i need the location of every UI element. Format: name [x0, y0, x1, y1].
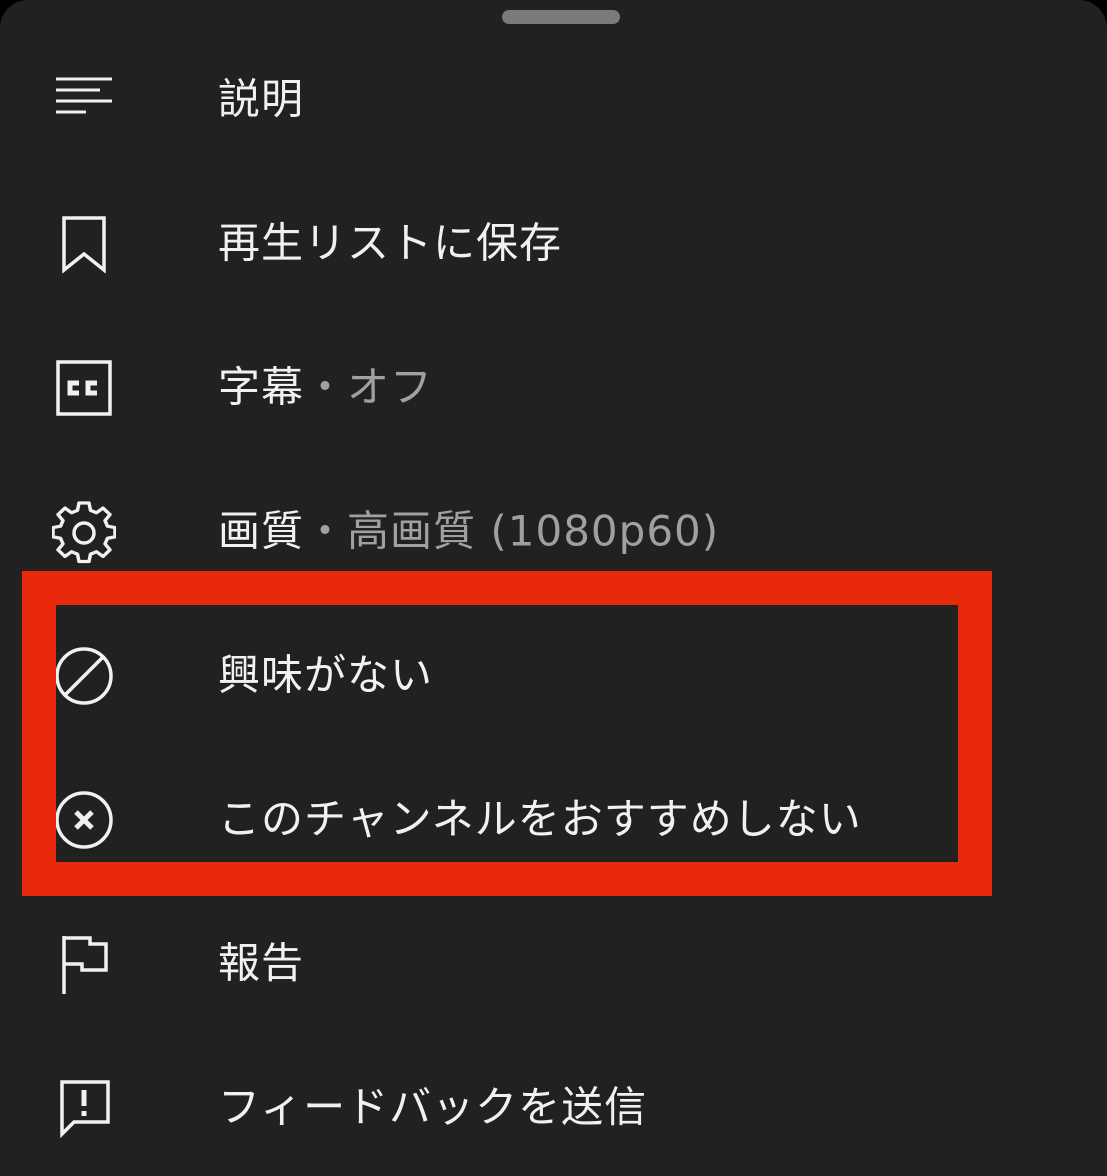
menu-item-not-interested[interactable]: 興味がない	[0, 600, 1107, 744]
not-interested-icon	[52, 644, 116, 708]
separator-dot: ・	[304, 506, 348, 556]
captions-label: 字幕	[218, 362, 305, 412]
menu-item-label: 画質・高画質 (1080p60)	[218, 498, 719, 559]
quality-label: 画質	[218, 506, 305, 556]
menu-item-captions[interactable]: 字幕・オフ	[0, 312, 1107, 456]
menu-item-save-to-playlist[interactable]: 再生リストに保存	[0, 168, 1107, 312]
menu-item-report[interactable]: 報告	[0, 888, 1107, 1032]
menu-item-label: 字幕・オフ	[218, 354, 433, 415]
menu-item-label: 再生リストに保存	[218, 218, 563, 268]
menu-item-label: フィードバックを送信	[218, 1082, 648, 1132]
menu-item-send-feedback[interactable]: フィードバックを送信	[0, 1032, 1107, 1176]
menu-item-quality[interactable]: 画質・高画質 (1080p60)	[0, 456, 1107, 600]
gear-icon	[52, 500, 116, 564]
captions-value: オフ	[347, 362, 434, 412]
separator-dot: ・	[304, 362, 348, 412]
flag-icon	[52, 932, 116, 996]
closed-captions-icon	[52, 356, 116, 420]
menu-item-label: 説明	[218, 74, 305, 124]
menu-item-dont-recommend-channel[interactable]: このチャンネルをおすすめしない	[0, 744, 1107, 888]
bottom-sheet-menu: 説明 再生リストに保存 字幕・オフ 画質・高画質 (1080p60) 興味がない…	[0, 0, 1107, 1176]
close-circle-icon	[52, 788, 116, 852]
description-lines-icon	[52, 68, 116, 132]
feedback-icon	[52, 1076, 116, 1140]
bookmark-icon	[52, 212, 116, 276]
menu-item-description[interactable]: 説明	[0, 24, 1107, 168]
drag-handle[interactable]	[502, 10, 620, 24]
menu-item-label: 報告	[218, 938, 305, 988]
quality-value: 高画質 (1080p60)	[347, 506, 720, 556]
menu-item-label: 興味がない	[218, 650, 434, 700]
menu-item-label: このチャンネルをおすすめしない	[218, 794, 862, 844]
